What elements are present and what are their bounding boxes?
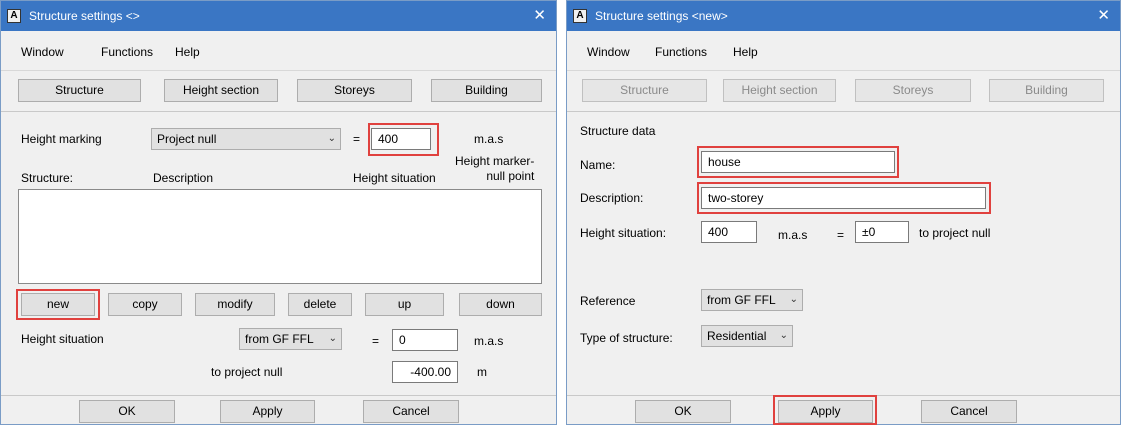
equals-sign: = bbox=[372, 334, 380, 348]
to-project-null-unit: m bbox=[477, 365, 487, 379]
cancel-button[interactable]: Cancel bbox=[921, 400, 1017, 423]
app-icon: A bbox=[573, 9, 587, 23]
delete-button[interactable]: delete bbox=[288, 293, 352, 316]
equals-sign: = bbox=[353, 132, 361, 146]
tab-storeys[interactable]: Storeys bbox=[297, 79, 412, 102]
to-project-null-value: -400.00 bbox=[392, 361, 458, 383]
height-situation-value: from GF FFL bbox=[245, 332, 314, 346]
divider bbox=[1, 111, 556, 112]
reference-label: Reference bbox=[580, 294, 636, 308]
menu-functions[interactable]: Functions bbox=[655, 45, 707, 59]
up-button[interactable]: up bbox=[365, 293, 444, 316]
type-of-structure-value: Residential bbox=[707, 329, 767, 343]
divider bbox=[1, 395, 556, 396]
close-icon[interactable]: ✕ bbox=[1097, 6, 1110, 24]
height-situation-input[interactable]: 0 bbox=[392, 329, 458, 351]
description-label: Description: bbox=[580, 191, 644, 205]
highlight-box bbox=[16, 289, 100, 320]
height-situation-input[interactable]: 400 bbox=[701, 221, 757, 243]
height-marking-select[interactable]: Project null ⌄ bbox=[151, 128, 341, 150]
app-icon: A bbox=[7, 9, 21, 23]
down-button[interactable]: down bbox=[459, 293, 542, 316]
tab-structure[interactable]: Structure bbox=[582, 79, 707, 102]
title-bar[interactable]: A Structure settings <new> ✕ bbox=[567, 1, 1120, 31]
window-title: Structure settings <new> bbox=[595, 9, 728, 23]
chevron-down-icon: ⌄ bbox=[789, 294, 798, 305]
menu-bar: Window Functions Help bbox=[1, 31, 556, 71]
chevron-down-icon: ⌄ bbox=[328, 333, 337, 344]
height-marking-unit: m.a.s bbox=[474, 132, 504, 146]
tab-height-section[interactable]: Height section bbox=[164, 79, 278, 102]
menu-help[interactable]: Help bbox=[175, 45, 200, 59]
section-title: Structure data bbox=[580, 124, 656, 138]
col-height-marker: Height marker- null point bbox=[455, 154, 535, 183]
structure-settings-window-left: A Structure settings <> ✕ Window Functio… bbox=[0, 0, 557, 425]
col-structure: Structure: bbox=[21, 171, 74, 185]
type-of-structure-label: Type of structure: bbox=[580, 331, 673, 345]
menu-window[interactable]: Window bbox=[587, 45, 630, 59]
apply-button[interactable]: Apply bbox=[220, 400, 315, 423]
menu-help[interactable]: Help bbox=[733, 45, 758, 59]
chevron-down-icon: ⌄ bbox=[327, 133, 336, 144]
highlight-box bbox=[697, 182, 991, 214]
name-label: Name: bbox=[580, 158, 616, 172]
reference-select[interactable]: from GF FFL ⌄ bbox=[701, 289, 803, 311]
to-project-null-label: to project null bbox=[211, 365, 283, 379]
to-project-null-label: to project null bbox=[919, 226, 991, 240]
height-situation-label: Height situation bbox=[21, 332, 104, 346]
divider bbox=[567, 111, 1120, 112]
tab-storeys[interactable]: Storeys bbox=[855, 79, 971, 102]
modify-button[interactable]: modify bbox=[195, 293, 275, 316]
cancel-button[interactable]: Cancel bbox=[363, 400, 459, 423]
offset-input[interactable]: ±0 bbox=[855, 221, 909, 243]
height-situation-unit: m.a.s bbox=[474, 334, 504, 348]
height-situation-label: Height situation: bbox=[580, 226, 667, 240]
window-title: Structure settings <> bbox=[29, 9, 140, 23]
copy-button[interactable]: copy bbox=[108, 293, 182, 316]
ok-button[interactable]: OK bbox=[79, 400, 175, 423]
menu-window[interactable]: Window bbox=[21, 45, 64, 59]
title-bar[interactable]: A Structure settings <> ✕ bbox=[1, 1, 556, 31]
tab-building[interactable]: Building bbox=[431, 79, 542, 102]
type-of-structure-select[interactable]: Residential ⌄ bbox=[701, 325, 793, 347]
menu-functions[interactable]: Functions bbox=[101, 45, 153, 59]
highlight-box bbox=[368, 123, 439, 156]
chevron-down-icon: ⌄ bbox=[779, 330, 788, 341]
height-situation-unit: m.a.s bbox=[778, 228, 808, 242]
height-marking-value: Project null bbox=[157, 132, 217, 146]
equals-sign: = bbox=[837, 228, 845, 242]
highlight-box bbox=[697, 146, 899, 178]
height-marking-label: Height marking bbox=[21, 132, 102, 146]
height-situation-select[interactable]: from GF FFL ⌄ bbox=[239, 328, 342, 350]
structure-list[interactable] bbox=[18, 189, 542, 284]
ok-button[interactable]: OK bbox=[635, 400, 731, 423]
col-height-situation: Height situation bbox=[353, 171, 436, 185]
menu-bar: Window Functions Help bbox=[567, 31, 1120, 71]
tab-structure[interactable]: Structure bbox=[18, 79, 141, 102]
highlight-box bbox=[773, 395, 877, 425]
reference-value: from GF FFL bbox=[707, 293, 776, 307]
close-icon[interactable]: ✕ bbox=[533, 6, 546, 24]
structure-settings-window-right: A Structure settings <new> ✕ Window Func… bbox=[566, 0, 1121, 425]
col-description: Description bbox=[153, 171, 214, 185]
tab-building[interactable]: Building bbox=[989, 79, 1104, 102]
tab-height-section[interactable]: Height section bbox=[723, 79, 836, 102]
